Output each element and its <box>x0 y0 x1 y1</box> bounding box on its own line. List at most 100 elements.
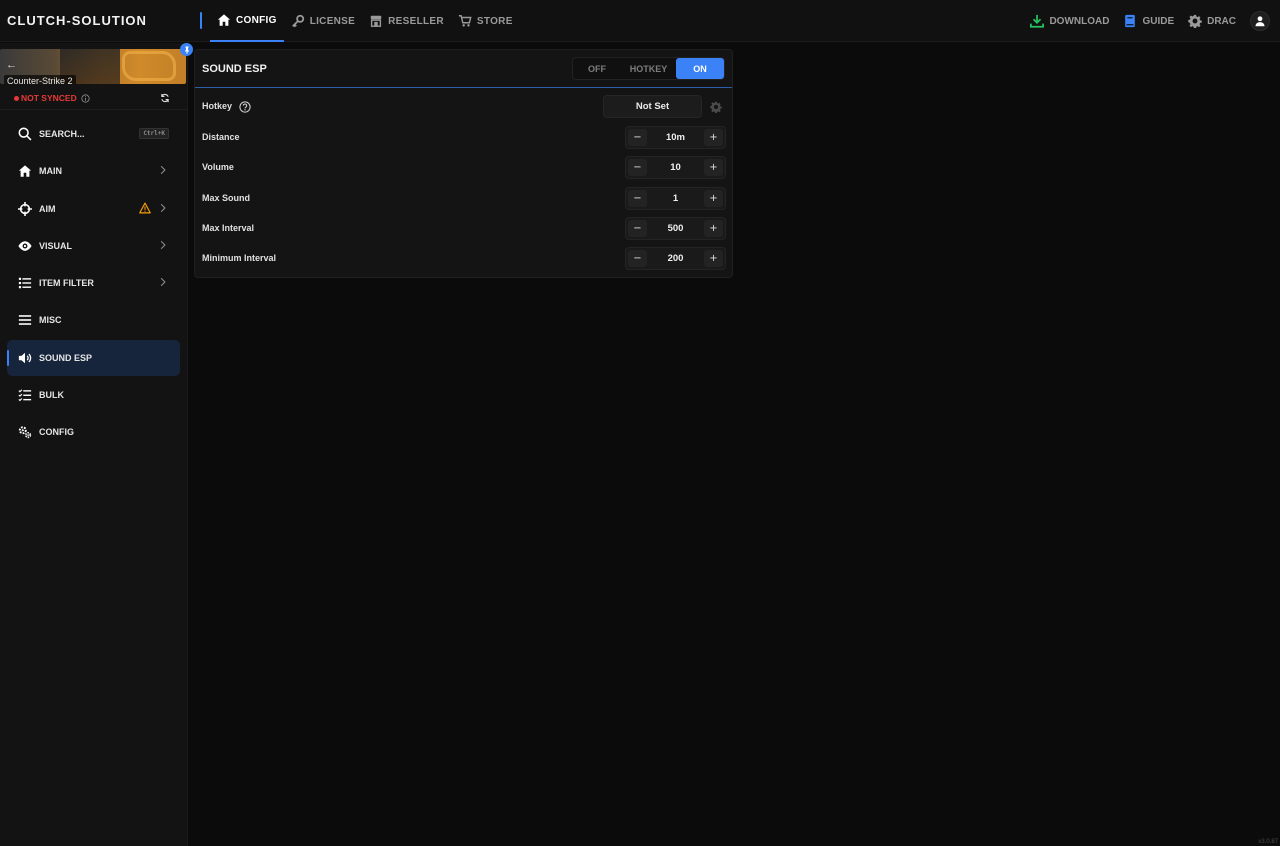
download-icon <box>1030 14 1045 28</box>
help-icon[interactable] <box>239 101 251 113</box>
top-right-tools: DOWNLOAD GUIDE DRAC <box>1030 0 1270 42</box>
nav-tab-reseller[interactable]: RESELLER <box>362 0 451 42</box>
download-label: DOWNLOAD <box>1049 15 1110 27</box>
setting-label: Minimum Interval <box>202 253 277 263</box>
eye-icon <box>18 241 32 251</box>
sync-status: NOT SYNCED <box>14 92 174 104</box>
nav-tab-license[interactable]: LICENSE <box>284 0 362 42</box>
info-icon[interactable] <box>81 93 90 103</box>
sync-status-label: NOT SYNCED <box>21 93 77 103</box>
book-icon <box>1125 14 1136 28</box>
chevron-right-icon <box>160 166 166 175</box>
nav-tab-label: STORE <box>476 15 513 27</box>
sidebar-item-config[interactable]: CONFIG <box>7 414 180 450</box>
version-label: v3.0.87 <box>1258 839 1278 845</box>
stepper-value[interactable]: 10 <box>648 162 703 173</box>
chevron-right-icon <box>160 240 166 250</box>
sidebar-item-label: SOUND ESP <box>39 352 93 363</box>
status-dot <box>14 95 19 101</box>
game-banner[interactable]: ← Counter-Strike 2 <box>0 49 186 84</box>
sidebar-item-label: AIM <box>39 203 56 214</box>
pin-icon[interactable] <box>180 43 193 56</box>
warning-icon <box>139 202 151 214</box>
mode-off-button[interactable]: OFF <box>573 58 621 79</box>
guide-button[interactable]: GUIDE <box>1123 14 1174 28</box>
mode-hotkey-button[interactable]: HOTKEY <box>621 58 676 79</box>
panel-header: SOUND ESP OFF HOTKEY ON <box>195 50 732 88</box>
increment-button[interactable]: + <box>704 129 723 146</box>
sidebar-item-main[interactable]: MAIN <box>7 153 180 189</box>
gears-icon <box>18 426 32 439</box>
decrement-button[interactable]: − <box>628 220 647 237</box>
hotkey-label: Hotkey <box>202 101 233 111</box>
guide-label: GUIDE <box>1142 15 1175 27</box>
setting-row-distance: Distance − 10m + <box>195 123 732 153</box>
decrement-button[interactable]: − <box>628 250 647 267</box>
sidebar-item-item-filter[interactable]: ITEM FILTER <box>7 265 180 301</box>
decrement-button[interactable]: − <box>628 159 647 176</box>
decrement-button[interactable]: − <box>628 190 647 207</box>
sidebar-item-bulk[interactable]: BULK <box>7 377 180 413</box>
brand-logo[interactable]: CLUTCH-SOLUTION <box>7 13 147 28</box>
minimum-interval-stepper: − 200 + <box>625 247 726 270</box>
mode-on-button[interactable]: ON <box>676 58 724 79</box>
panel-title: SOUND ESP <box>202 63 267 75</box>
decrement-button[interactable]: − <box>628 129 647 146</box>
sidebar-item-label: VISUAL <box>39 240 73 251</box>
user-icon <box>1255 16 1265 27</box>
setting-label: Max Interval <box>202 223 255 233</box>
nav-tab-label: RESELLER <box>388 15 444 27</box>
divider <box>0 109 188 110</box>
home-icon <box>18 165 32 177</box>
sound-esp-panel: SOUND ESP OFF HOTKEY ON Hotkey Not Set D… <box>194 49 733 278</box>
sidebar-item-aim[interactable]: AIM <box>7 191 180 227</box>
nav-tab-config[interactable]: CONFIG <box>210 0 284 42</box>
stepper-value[interactable]: 1 <box>648 193 703 204</box>
search-shortcut: Ctrl+K <box>139 128 169 139</box>
increment-button[interactable]: + <box>704 220 723 237</box>
download-button[interactable]: DOWNLOAD <box>1030 14 1109 28</box>
chevron-right-icon <box>160 203 166 212</box>
list-icon <box>18 277 32 289</box>
increment-button[interactable]: + <box>704 190 723 207</box>
sidebar-item-visual[interactable]: VISUAL <box>7 228 180 264</box>
stepper-value[interactable]: 500 <box>648 223 703 234</box>
gear-icon <box>1188 14 1202 28</box>
stepper-value[interactable]: 10m <box>648 132 703 143</box>
refresh-icon[interactable] <box>160 93 170 103</box>
setting-row-max-interval: Max Interval − 500 + <box>195 214 732 244</box>
search-label: SEARCH... <box>39 129 85 139</box>
chevron-right-icon <box>160 278 166 287</box>
nav-tab-label: CONFIG <box>236 14 277 26</box>
sidebar-search[interactable]: SEARCH... Ctrl+K <box>7 116 180 152</box>
sidebar: ← Counter-Strike 2 NOT SYNCED SEARCH... … <box>0 43 193 846</box>
nav-tab-store[interactable]: STORE <box>451 0 520 42</box>
increment-button[interactable]: + <box>704 159 723 176</box>
avatar[interactable] <box>1250 11 1270 31</box>
main-nav: CONFIG LICENSE RESELLER STORE <box>210 0 520 42</box>
hotkey-row: Hotkey Not Set <box>195 92 732 122</box>
game-name: Counter-Strike 2 <box>4 75 76 84</box>
setting-label: Distance <box>202 132 240 142</box>
sidebar-item-misc[interactable]: MISC <box>7 302 180 338</box>
back-arrow-icon[interactable]: ← <box>6 59 17 71</box>
mode-toggle: OFF HOTKEY ON <box>572 57 725 80</box>
max-sound-stepper: − 1 + <box>625 187 726 210</box>
increment-button[interactable]: + <box>704 250 723 267</box>
volume-stepper: − 10 + <box>625 156 726 179</box>
checklist-icon <box>18 389 32 402</box>
hotkey-bind-button[interactable]: Not Set <box>603 95 702 118</box>
game-logo-icon <box>122 51 176 81</box>
sidebar-item-label: MAIN <box>39 166 62 177</box>
user-name: DRAC <box>1207 15 1236 27</box>
setting-label: Volume <box>202 162 234 172</box>
setting-row-minimum-interval: Minimum Interval − 200 + <box>195 244 732 274</box>
gear-icon[interactable] <box>710 101 722 113</box>
sidebar-item-sound-esp[interactable]: SOUND ESP <box>7 339 180 376</box>
sidebar-menu: SEARCH... Ctrl+K MAIN AIM VISUAL ITEM FI… <box>7 116 180 452</box>
stepper-value[interactable]: 200 <box>648 253 703 264</box>
crosshair-icon <box>18 201 32 216</box>
top-bar: CLUTCH-SOLUTION CONFIG LICENSE RESELLER … <box>0 0 1280 42</box>
settings-user-button[interactable]: DRAC <box>1188 14 1236 28</box>
nav-tab-label: LICENSE <box>309 15 356 27</box>
